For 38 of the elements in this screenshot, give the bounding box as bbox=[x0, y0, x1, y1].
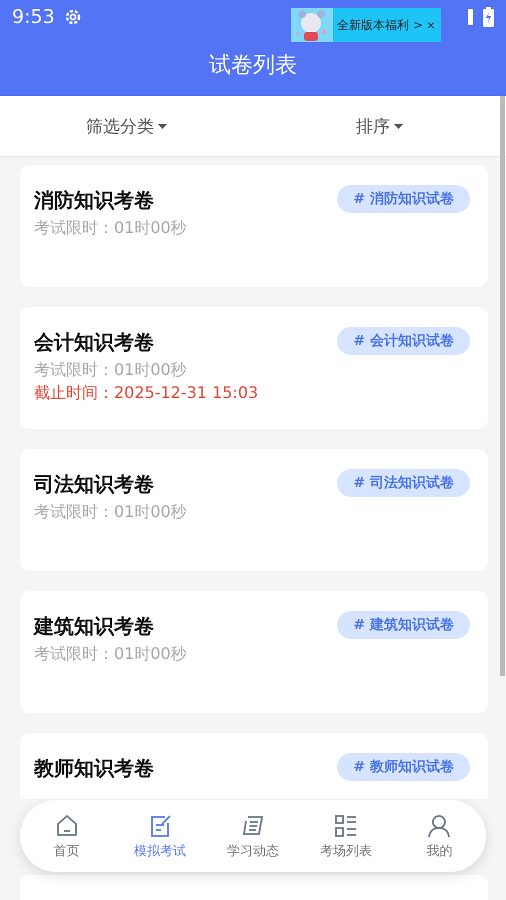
page-title: 试卷列表 bbox=[208, 52, 298, 80]
filter-dropdown[interactable]: 排序 bbox=[253, 96, 506, 156]
exam-title: 司法知识考卷 bbox=[34, 471, 154, 498]
close-button[interactable]: × bbox=[426, 17, 435, 33]
nav-tab[interactable]: 学习动态 bbox=[206, 812, 300, 860]
exam-title: 会计知识考卷 bbox=[34, 329, 154, 356]
nav-tab[interactable]: 首页 bbox=[20, 812, 114, 860]
exam-card[interactable]: 司法知识考卷 # 司法知识试卷 考试限时：01时00秒 bbox=[20, 449, 488, 571]
category-tag: # 消防知识试卷 bbox=[337, 185, 470, 213]
promo-banner[interactable]: 全新版本福利 > × bbox=[291, 8, 441, 42]
caret-icon bbox=[394, 124, 403, 128]
exam-title: 教师知识考卷 bbox=[34, 755, 154, 782]
time-limit: 考试限时：01时00秒 bbox=[34, 218, 188, 239]
status-time: 9:53 bbox=[12, 6, 55, 28]
category-tag: # 会计知识试卷 bbox=[337, 327, 470, 355]
category-tag: # 司法知识试卷 bbox=[337, 469, 470, 497]
nav-tab[interactable]: 考场列表 bbox=[300, 812, 393, 860]
nav-tab[interactable]: 模拟考试 bbox=[113, 812, 206, 860]
promo-text: 全新版本福利 bbox=[337, 16, 409, 34]
time-limit: 考试限时：01时00秒 bbox=[34, 502, 188, 523]
battery-icon bbox=[483, 7, 494, 27]
filter-dropdown[interactable]: 筛选分类 bbox=[0, 96, 253, 156]
exam-title: 建筑知识考卷 bbox=[34, 613, 154, 640]
category-tag: # 建筑知识试卷 bbox=[337, 611, 470, 639]
time-limit: 考试限时：01时00秒 bbox=[34, 360, 188, 381]
person-icon bbox=[426, 812, 452, 838]
nav-tab[interactable]: 我的 bbox=[392, 812, 486, 860]
exam-card[interactable]: 建筑知识考卷 # 建筑知识试卷 考试限时：01时00秒 bbox=[20, 591, 488, 713]
exam-card[interactable]: 会计知识考卷 # 会计知识试卷 考试限时：01时00秒 截止时间：2025-12-31 15:03 bbox=[20, 307, 488, 429]
caret-icon bbox=[158, 124, 167, 128]
chevron-icon: > bbox=[413, 18, 424, 32]
exam-card[interactable]: 消防知识考卷 # 消防知识试卷 考试限时：01时00秒 bbox=[20, 165, 488, 287]
exam-title: 消防知识考卷 bbox=[34, 187, 154, 214]
category-tag: # 教师知识试卷 bbox=[337, 753, 470, 781]
deadline-text: 截止时间：2025-12-31 15:03 bbox=[34, 383, 260, 404]
time-limit: 考试限时：01时00秒 bbox=[34, 644, 188, 665]
signal-icon bbox=[468, 9, 473, 25]
exam-card[interactable]: 教师知识考卷 # 教师知识试卷 bbox=[20, 733, 488, 799]
